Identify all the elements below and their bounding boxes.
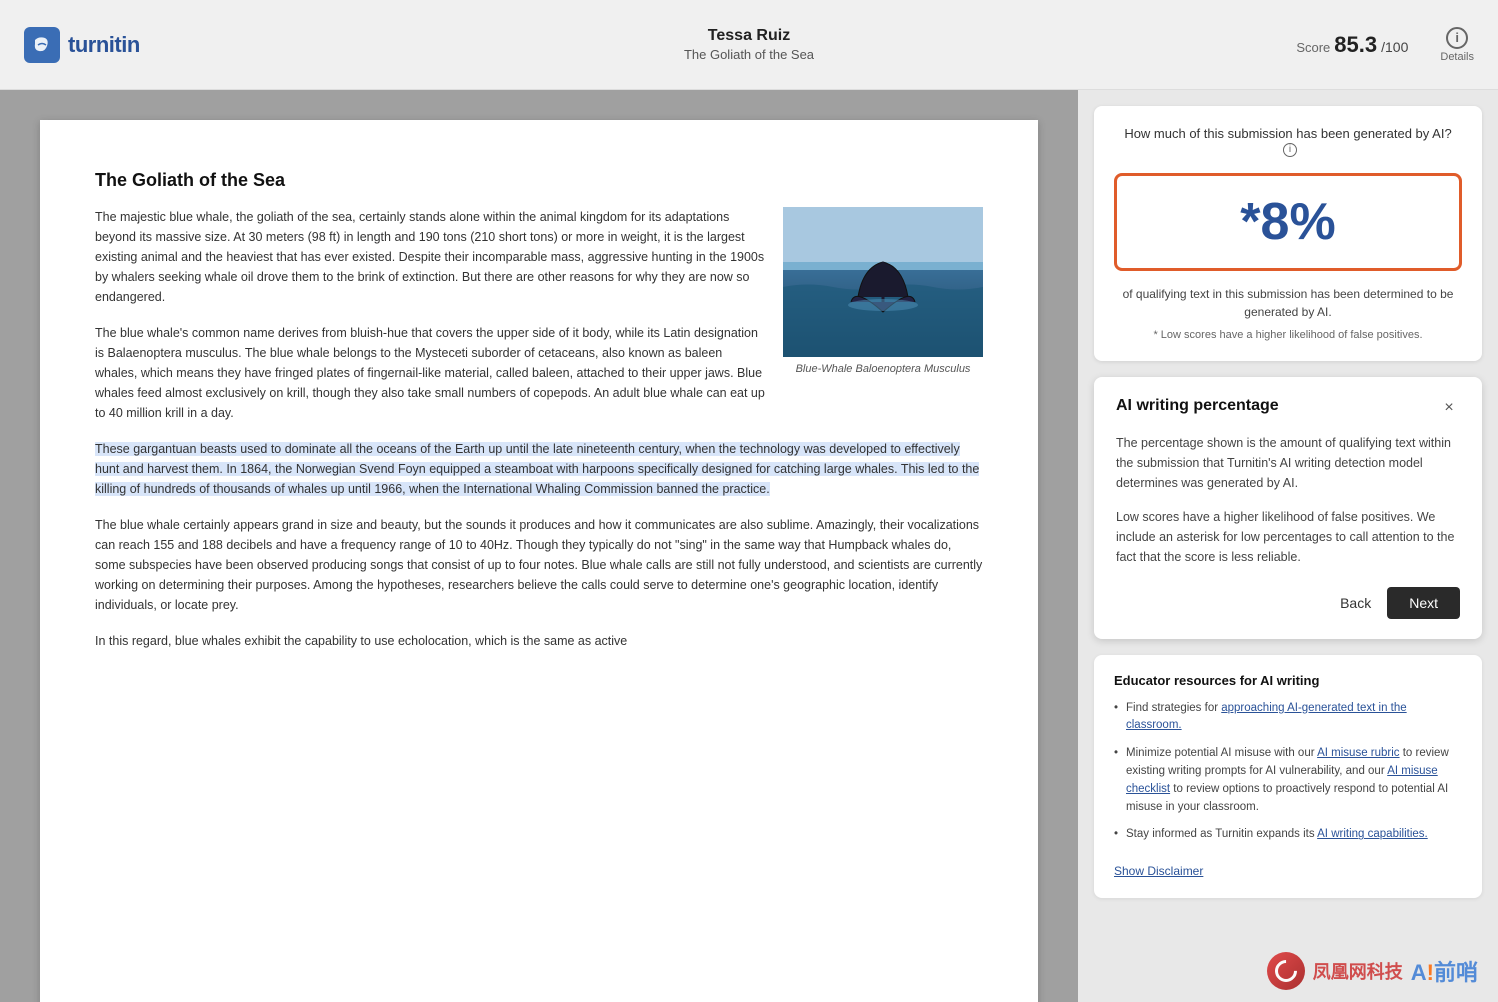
header-user-name: Tessa Ruiz — [684, 27, 814, 45]
resource-item-2: Minimize potential AI misuse with our AI… — [1114, 745, 1462, 816]
doc-para-5: In this regard, blue whales exhibit the … — [95, 631, 983, 651]
image-caption: Blue-Whale Baloenoptera Musculus — [783, 361, 983, 379]
educator-resources: Educator resources for AI writing Find s… — [1094, 655, 1482, 899]
back-button[interactable]: Back — [1340, 595, 1371, 611]
logo-area: turnitin — [24, 27, 140, 63]
ai-description: of qualifying text in this submission ha… — [1114, 285, 1462, 321]
popup-paragraph-2: Low scores have a higher likelihood of f… — [1116, 507, 1460, 567]
main-content: The Goliath of the Sea — [0, 90, 1498, 1002]
resource-link-3[interactable]: AI writing capabilities. — [1317, 828, 1428, 840]
document-panel: The Goliath of the Sea — [0, 90, 1078, 1002]
next-button[interactable]: Next — [1387, 587, 1460, 619]
ai-score-question: How much of this submission has been gen… — [1114, 126, 1462, 157]
document-image-container: Blue-Whale Baloenoptera Musculus — [783, 207, 983, 379]
resource-item-1: Find strategies for approaching AI-gener… — [1114, 700, 1462, 736]
doc-para-4: The blue whale certainly appears grand i… — [95, 515, 983, 615]
watermark-swirl-icon — [1270, 955, 1301, 986]
popup-body: The percentage shown is the amount of qu… — [1116, 433, 1460, 567]
resource-item-3: Stay informed as Turnitin expands its AI… — [1114, 826, 1462, 844]
details-label: Details — [1440, 51, 1474, 63]
header-center: Tessa Ruiz The Goliath of the Sea — [684, 27, 814, 62]
resource-link-2b[interactable]: AI misuse checklist — [1126, 765, 1438, 795]
whale-image — [783, 207, 983, 357]
resource-link-1[interactable]: approaching AI-generated text in the cla… — [1126, 702, 1407, 732]
doc-para-3: These gargantuan beasts used to dominate… — [95, 439, 983, 499]
score-value: 85.3 — [1334, 32, 1377, 58]
ai-percentage-box: *8% — [1114, 173, 1462, 271]
watermark-chinese-text: 凤凰网科技 — [1313, 958, 1403, 984]
details-button[interactable]: i Details — [1440, 27, 1474, 63]
popup-paragraph-1: The percentage shown is the amount of qu… — [1116, 433, 1460, 493]
logo-icon — [24, 27, 60, 63]
popup-close-button[interactable]: × — [1438, 397, 1460, 419]
popup-title: AI writing percentage — [1116, 397, 1279, 415]
info-icon: i — [1446, 27, 1468, 49]
resources-title: Educator resources for AI writing — [1114, 673, 1462, 688]
show-disclaimer-link[interactable]: Show Disclaimer — [1114, 864, 1203, 878]
watermark-ai-text: A!前哨 — [1411, 955, 1478, 987]
document-page: The Goliath of the Sea — [40, 120, 1038, 1002]
watermark: 凤凰网科技 A!前哨 — [1267, 952, 1478, 990]
popup-header: AI writing percentage × — [1116, 397, 1460, 419]
score-max: /100 — [1381, 39, 1408, 55]
resource-link-2a[interactable]: AI misuse rubric — [1317, 747, 1399, 759]
header: turnitin Tessa Ruiz The Goliath of the S… — [0, 0, 1498, 90]
watermark-circle-icon — [1267, 952, 1305, 990]
ai-score-card: How much of this submission has been gen… — [1094, 106, 1482, 361]
ai-note: * Low scores have a higher likelihood of… — [1114, 329, 1462, 341]
score-label: Score — [1296, 40, 1330, 55]
popup-footer: Back Next — [1116, 587, 1460, 619]
resources-list: Find strategies for approaching AI-gener… — [1114, 700, 1462, 845]
right-panel: How much of this submission has been gen… — [1078, 90, 1498, 1002]
document-body: Blue-Whale Baloenoptera Musculus The maj… — [95, 207, 983, 651]
ai-info-icon[interactable]: i — [1283, 143, 1297, 157]
header-right: Score 85.3 /100 i Details — [1296, 27, 1474, 63]
logo-text: turnitin — [68, 32, 140, 58]
ai-writing-popup: AI writing percentage × The percentage s… — [1094, 377, 1482, 639]
score-section: Score 85.3 /100 — [1296, 32, 1408, 58]
header-doc-title: The Goliath of the Sea — [684, 47, 814, 62]
document-title: The Goliath of the Sea — [95, 170, 983, 191]
ai-percentage-value: *8% — [1133, 192, 1443, 252]
